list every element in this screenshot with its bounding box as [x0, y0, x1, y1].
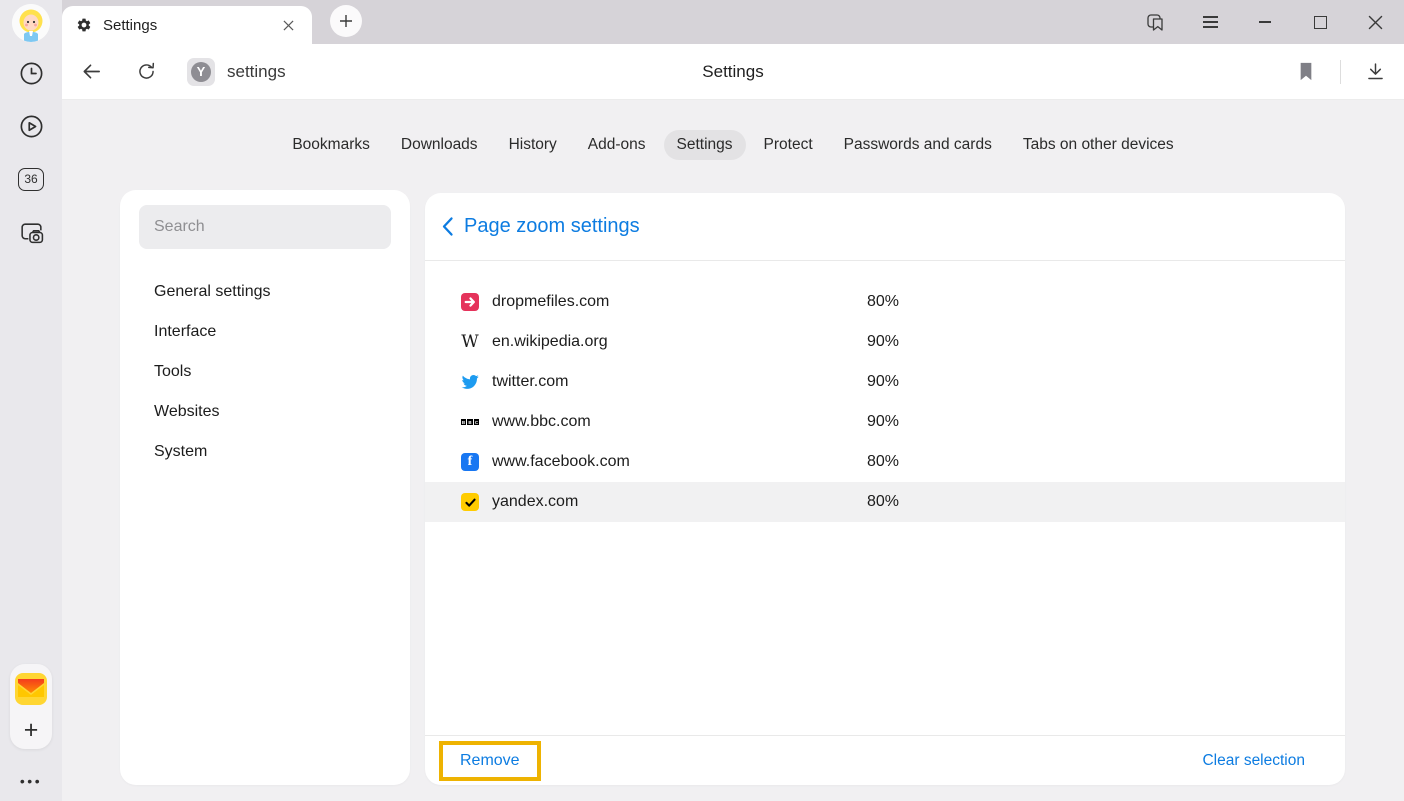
toolbar-divider: [1340, 60, 1341, 84]
remove-button[interactable]: Remove: [439, 741, 541, 781]
left-rail: 36: [0, 0, 62, 801]
yandex-letter: Y: [191, 62, 211, 82]
url-chip[interactable]: Y settings: [187, 58, 286, 86]
sidebar-item-system[interactable]: System: [120, 432, 410, 472]
sidebar-item-tools[interactable]: Tools: [120, 352, 410, 392]
back-arrow-icon[interactable]: [76, 57, 106, 87]
site-row-facebook[interactable]: f www.facebook.com 80%: [425, 442, 1345, 482]
site-name: www.bbc.com: [492, 413, 591, 431]
address-toolbar: Y settings Settings: [62, 44, 1404, 100]
tab-passwords[interactable]: Passwords and cards: [831, 130, 1005, 160]
tab-close-icon[interactable]: [278, 15, 298, 35]
media-play-icon[interactable]: [17, 112, 45, 140]
tab-downloads[interactable]: Downloads: [388, 130, 491, 160]
chevron-left-icon: [441, 216, 454, 237]
site-zoom-value: 80%: [867, 293, 899, 311]
yandex-mail-icon[interactable]: [15, 673, 47, 710]
sidebar-item-websites[interactable]: Websites: [120, 392, 410, 432]
zoom-settings-back-header[interactable]: Page zoom settings: [425, 193, 1345, 261]
tabs-counter[interactable]: 36: [17, 165, 45, 193]
search-box: [139, 205, 391, 249]
site-row-bbc[interactable]: BBC www.bbc.com 90%: [425, 402, 1345, 442]
panels-icon[interactable]: [1144, 11, 1166, 33]
maximize-icon[interactable]: [1309, 11, 1331, 33]
yandex-badge-icon: Y: [187, 58, 215, 86]
more-dots-icon[interactable]: •••: [20, 773, 42, 789]
history-clock-icon[interactable]: [17, 59, 45, 87]
zoom-list-footer: Remove Clear selection: [425, 735, 1345, 785]
window-controls: [1111, 0, 1404, 44]
zoom-panel-title: Page zoom settings: [464, 215, 640, 238]
dropmefiles-favicon: [461, 293, 479, 311]
tab-bookmarks[interactable]: Bookmarks: [279, 130, 383, 160]
tab-title: Settings: [103, 17, 278, 34]
facebook-favicon: f: [461, 453, 479, 471]
rail-apps-container: +: [10, 664, 52, 749]
site-name: en.wikipedia.org: [492, 333, 608, 351]
sidebar-item-general-settings[interactable]: General settings: [120, 272, 410, 312]
settings-nav-tabs: Bookmarks Downloads History Add-ons Sett…: [62, 130, 1404, 160]
tab-other-devices[interactable]: Tabs on other devices: [1010, 130, 1187, 160]
site-name: dropmefiles.com: [492, 293, 609, 311]
browser-window: 36: [0, 0, 1404, 801]
settings-sidebar-panel: General settings Interface Tools Website…: [120, 190, 410, 785]
list-empty-space: [425, 522, 1345, 735]
tab-settings[interactable]: Settings: [664, 130, 746, 160]
wikipedia-favicon: W: [461, 333, 479, 351]
site-name: www.facebook.com: [492, 453, 630, 471]
screenshot-icon[interactable]: [17, 218, 45, 246]
clear-selection-link[interactable]: Clear selection: [1202, 752, 1305, 770]
reload-icon[interactable]: [131, 57, 161, 87]
gear-icon: [76, 17, 92, 33]
bbc-favicon: BBC: [461, 413, 479, 431]
site-zoom-value: 90%: [867, 373, 899, 391]
site-zoom-value: 90%: [867, 333, 899, 351]
search-input[interactable]: [154, 218, 376, 236]
site-zoom-value: 80%: [867, 493, 899, 511]
bookmark-icon[interactable]: [1291, 57, 1321, 87]
new-tab-button[interactable]: [330, 5, 362, 37]
plus-icon: [339, 14, 353, 28]
site-name: twitter.com: [492, 373, 568, 391]
tab-history[interactable]: History: [496, 130, 570, 160]
rail-bottom-group: + •••: [10, 664, 52, 789]
site-row-twitter[interactable]: twitter.com 90%: [425, 362, 1345, 402]
site-row-dropmefiles[interactable]: dropmefiles.com 80%: [425, 282, 1345, 322]
tab-strip: Settings: [62, 0, 1404, 44]
site-zoom-value: 80%: [867, 453, 899, 471]
zoom-site-list: dropmefiles.com 80% W en.wikipedia.org 9…: [425, 261, 1345, 522]
settings-section-list: General settings Interface Tools Website…: [120, 272, 410, 472]
avatar-girl-icon: [12, 4, 50, 42]
url-text: settings: [227, 62, 286, 82]
twitter-favicon: [461, 373, 479, 391]
site-zoom-value: 90%: [867, 413, 899, 431]
tab-count-badge: 36: [18, 168, 44, 191]
page-zoom-panel: Page zoom settings dropmefiles.com 80% W…: [425, 193, 1345, 785]
tab-addons[interactable]: Add-ons: [575, 130, 659, 160]
sidebar-item-interface[interactable]: Interface: [120, 312, 410, 352]
menu-icon[interactable]: [1199, 11, 1221, 33]
download-icon[interactable]: [1360, 57, 1390, 87]
site-row-yandex-selected[interactable]: yandex.com 80%: [425, 482, 1345, 522]
tab-protect[interactable]: Protect: [751, 130, 826, 160]
browser-tab-settings[interactable]: Settings: [62, 6, 312, 44]
rail-icon-group: 36: [17, 59, 45, 246]
add-widget-plus-icon[interactable]: +: [24, 718, 39, 742]
site-name: yandex.com: [492, 493, 578, 511]
settings-content: Bookmarks Downloads History Add-ons Sett…: [62, 100, 1404, 801]
toolbar-right-group: [1291, 57, 1390, 87]
minimize-icon[interactable]: [1254, 11, 1276, 33]
site-row-wikipedia[interactable]: W en.wikipedia.org 90%: [425, 322, 1345, 362]
profile-avatar[interactable]: [12, 4, 50, 42]
close-icon[interactable]: [1364, 11, 1386, 33]
checked-checkbox-icon[interactable]: [461, 493, 479, 511]
